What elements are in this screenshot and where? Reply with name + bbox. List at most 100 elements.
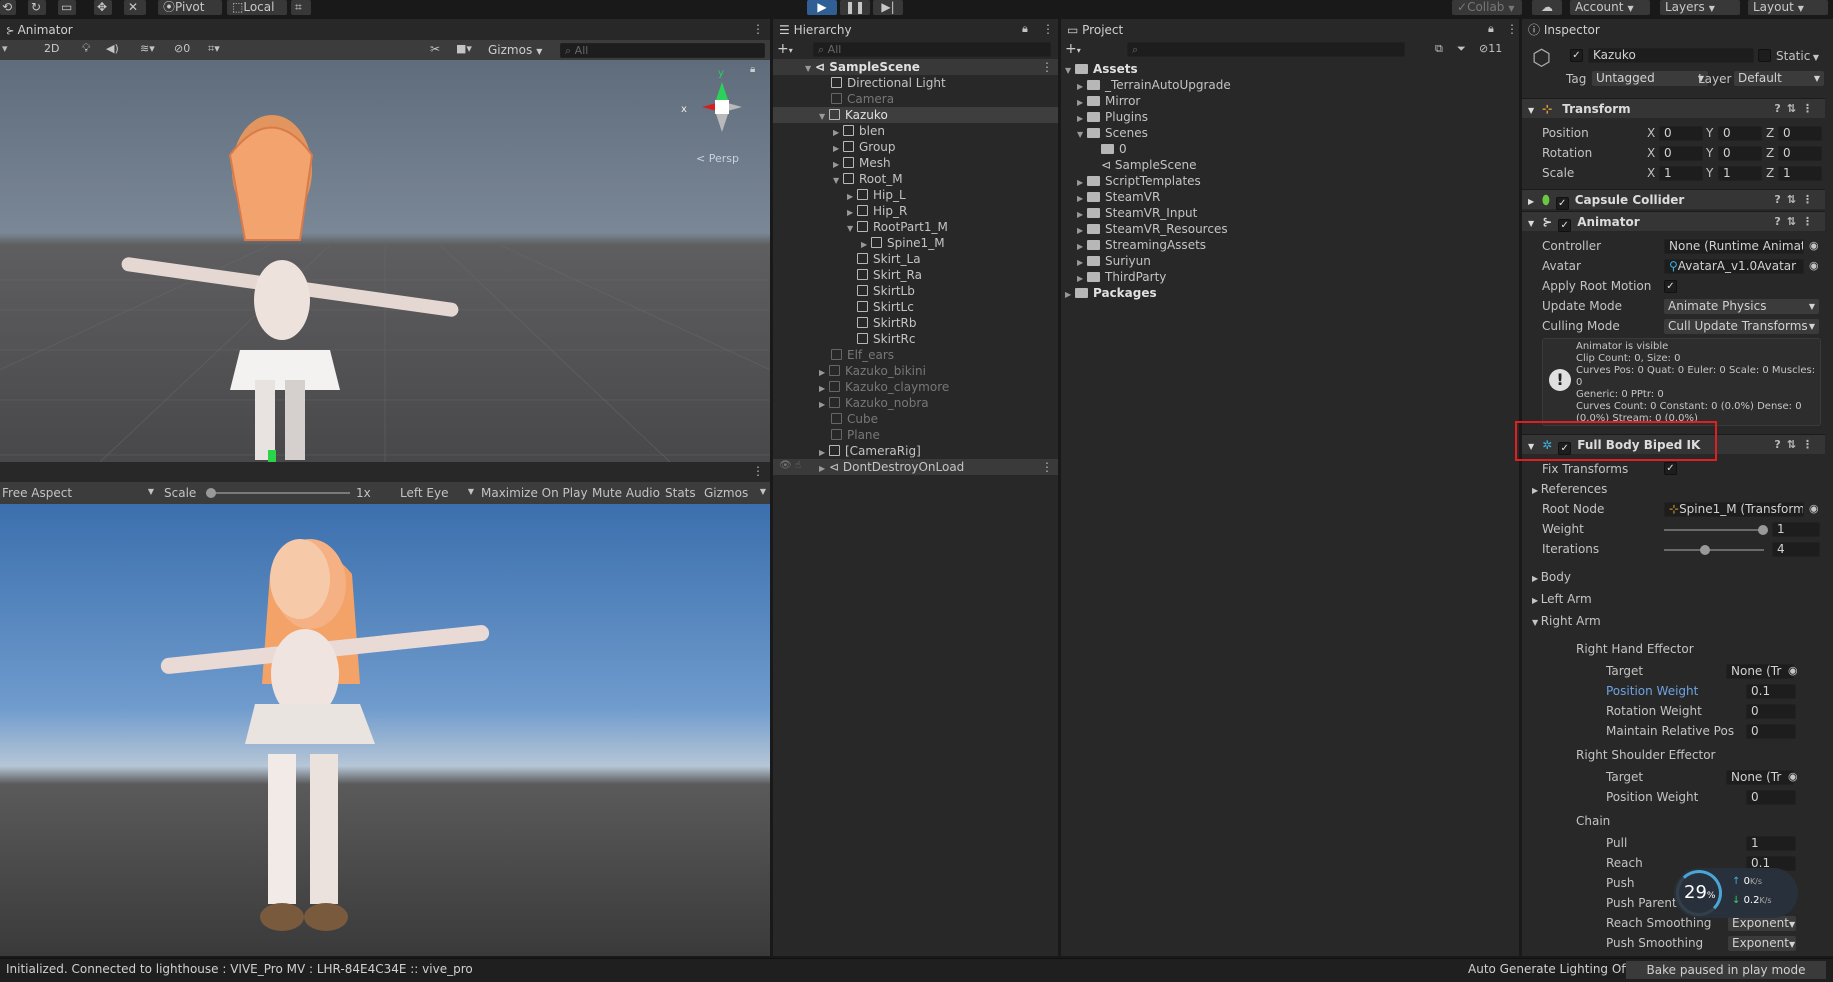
game-viewport[interactable] — [0, 504, 770, 956]
tree-row[interactable]: ▶ ScriptTemplates — [1077, 173, 1201, 189]
add-button[interactable]: +▾ — [777, 41, 793, 57]
tree-row-samplescene[interactable]: ▼ ⊲ SampleScene — [805, 59, 920, 75]
rotation-weight-field[interactable]: 0 — [1746, 704, 1796, 719]
fix-transforms-checkbox[interactable]: ✓ — [1664, 462, 1677, 475]
shoulder-position-weight-field[interactable]: 0 — [1746, 790, 1796, 805]
tree-row[interactable]: ▼ RootPart1_M — [847, 219, 948, 235]
tree-row[interactable]: ▶ Group — [833, 139, 896, 155]
tree-row[interactable]: ▶ Kazuko_bikini — [819, 363, 926, 379]
static-checkbox[interactable] — [1758, 49, 1771, 62]
scene-viewport[interactable]: y x 🔒︎ < Persp — [0, 60, 770, 462]
component-header-icons[interactable]: ?⇅⋮ — [1774, 212, 1819, 232]
scale-x-field[interactable]: 1 — [1659, 166, 1703, 181]
capsule-enabled-checkbox[interactable]: ✓ — [1555, 197, 1569, 210]
tree-row[interactable]: ▶ _TerrainAutoUpgrade — [1077, 77, 1231, 93]
object-picker-icon[interactable]: ◉ — [1809, 259, 1819, 272]
active-checkbox[interactable]: ✓ — [1570, 49, 1583, 62]
pause-button[interactable]: ❚❚ — [840, 0, 870, 15]
position-y-field[interactable]: 0 — [1718, 126, 1762, 141]
lock-icon[interactable]: 🔒︎ — [1488, 22, 1494, 36]
project-search-input[interactable]: ⌕ — [1127, 42, 1405, 57]
position-x-field[interactable]: 0 — [1659, 126, 1703, 141]
tree-row[interactable]: SkirtRb — [857, 315, 917, 331]
rotation-x-field[interactable]: 0 — [1659, 146, 1703, 161]
iterations-slider[interactable] — [1664, 545, 1764, 555]
iterations-slider-handle[interactable] — [1700, 545, 1710, 555]
lock-icon[interactable]: 🔒︎ — [750, 64, 755, 75]
hidden-objects-icon[interactable]: ⊘0 — [174, 42, 190, 55]
scene-tab[interactable]: ⊱ Animator — [0, 19, 770, 41]
hierarchy-menu-icon[interactable]: ⋮ — [1042, 22, 1054, 36]
root-node-field[interactable]: ⊹Spine1_M (Transform) — [1664, 502, 1804, 517]
avatar-field[interactable]: ⚲AvatarA_v1.0Avatar — [1664, 259, 1804, 274]
tree-row-kazuko[interactable]: ▼ Kazuko — [819, 107, 888, 123]
tree-row[interactable]: ▶ Suriyun — [1077, 253, 1151, 269]
tree-row[interactable]: SkirtRc — [857, 331, 915, 347]
tree-row[interactable]: ▶ SteamVR_Input — [1077, 205, 1197, 221]
local-toggle[interactable]: ⬚Local — [227, 0, 287, 15]
tree-row-dontdestroyonload[interactable]: ▶ ⊲ DontDestroyOnLoad — [819, 459, 964, 475]
animator-header[interactable]: ▼ ⊱ ✓ Animator ?⇅⋮ — [1522, 211, 1825, 232]
tree-row[interactable]: ▶ Kazuko_claymore — [819, 379, 949, 395]
grid-icon[interactable]: ⌗▾ — [208, 42, 220, 56]
object-name-field[interactable]: Kazuko — [1588, 48, 1754, 63]
object-picker-icon[interactable]: ◉ — [1809, 502, 1819, 515]
pull-field[interactable]: 1 — [1746, 836, 1796, 851]
tree-row[interactable]: ▶ [CameraRig] — [819, 443, 921, 459]
filter-type-icon[interactable]: ⧉ — [1435, 42, 1443, 56]
inspector-tab[interactable]: ⓘ Inspector — [1522, 19, 1833, 41]
tree-row[interactable]: ▶ StreamingAssets — [1077, 237, 1206, 253]
tree-row[interactable]: Skirt_Ra — [857, 267, 922, 283]
transform-header[interactable]: ▼ ⊹ Transform ?⇅⋮ — [1522, 98, 1825, 118]
custom-tool-icon[interactable]: ✕ — [124, 0, 146, 15]
tree-row[interactable]: ▼ Root_M — [833, 171, 903, 187]
project-menu-icon[interactable]: ⋮ — [1506, 22, 1518, 36]
position-z-field[interactable]: 0 — [1778, 126, 1822, 141]
rotation-y-field[interactable]: 0 — [1718, 146, 1762, 161]
tree-row[interactable]: ▶ ThirdParty — [1077, 269, 1166, 285]
tree-row[interactable]: ▶ blen — [833, 123, 885, 139]
mode-2d-toggle[interactable]: 2D — [44, 42, 59, 55]
cloud-button[interactable]: ☁ — [1532, 0, 1562, 15]
camera-icon[interactable]: ■▾ — [456, 42, 472, 55]
eye-dropdown[interactable]: Left Eye ▼ — [400, 486, 474, 500]
iterations-field[interactable]: 4 — [1772, 542, 1820, 557]
tree-row[interactable]: Directional Light — [831, 75, 946, 91]
step-button[interactable]: ▶| — [873, 0, 903, 15]
weight-field[interactable]: 1 — [1772, 522, 1820, 537]
component-header-icons[interactable]: ?⇅⋮ — [1774, 435, 1819, 455]
component-header-icons[interactable]: ?⇅⋮ — [1774, 99, 1819, 119]
pivot-toggle[interactable]: ⦿Pivot — [158, 0, 222, 15]
tree-row[interactable]: ▶ Kazuko_nobra — [819, 395, 929, 411]
hand-tool-icon[interactable]: ⟲ — [0, 0, 16, 15]
tree-row[interactable]: SkirtLb — [857, 283, 915, 299]
scale-slider-handle[interactable] — [206, 488, 216, 498]
maximize-on-play-toggle[interactable]: Maximize On Play — [481, 486, 588, 500]
references-foldout[interactable]: ▶ References — [1532, 481, 1607, 498]
tree-row[interactable]: ▶ Hip_L — [847, 187, 906, 203]
create-button[interactable]: +▾ — [1065, 41, 1081, 57]
tree-row[interactable]: ▼ Scenes — [1077, 125, 1148, 141]
rect-tool-icon[interactable]: ▭ — [58, 0, 76, 15]
capsule-collider-header[interactable]: ▶ ⬮ ✓ Capsule Collider ?⇅⋮ — [1522, 189, 1825, 210]
game-gizmos-dropdown[interactable]: Gizmos ▼ — [704, 486, 766, 500]
target-field[interactable]: None (Tr — [1726, 664, 1794, 679]
body-foldout[interactable]: ▶ Body — [1532, 569, 1571, 586]
tree-row[interactable]: ▶ Spine1_M — [861, 235, 945, 251]
lighting-icon[interactable]: 💡︎ — [82, 41, 90, 56]
weight-slider[interactable] — [1664, 525, 1768, 535]
tree-row[interactable]: Plane — [831, 427, 880, 443]
weight-slider-handle[interactable] — [1758, 525, 1768, 535]
object-picker-icon[interactable]: ◉ — [1788, 664, 1798, 677]
dontdestroy-menu-icon[interactable]: ⋮ — [1041, 460, 1053, 474]
update-mode-dropdown[interactable]: Animate Physics ▼ — [1664, 299, 1819, 314]
mute-audio-toggle[interactable]: Mute Audio — [592, 486, 660, 500]
stats-toggle[interactable]: Stats — [665, 486, 696, 500]
layout-dropdown[interactable]: Layout ▼ — [1748, 0, 1828, 15]
game-menu-icon[interactable]: ⋮ — [752, 464, 764, 478]
play-button[interactable]: ▶ — [807, 0, 837, 15]
tree-row[interactable]: 0 — [1101, 141, 1127, 157]
tree-row[interactable]: SkirtLc — [857, 299, 914, 315]
position-weight-field[interactable]: 0.1 — [1746, 684, 1796, 699]
tree-row-packages[interactable]: ▶ Packages — [1065, 285, 1157, 301]
